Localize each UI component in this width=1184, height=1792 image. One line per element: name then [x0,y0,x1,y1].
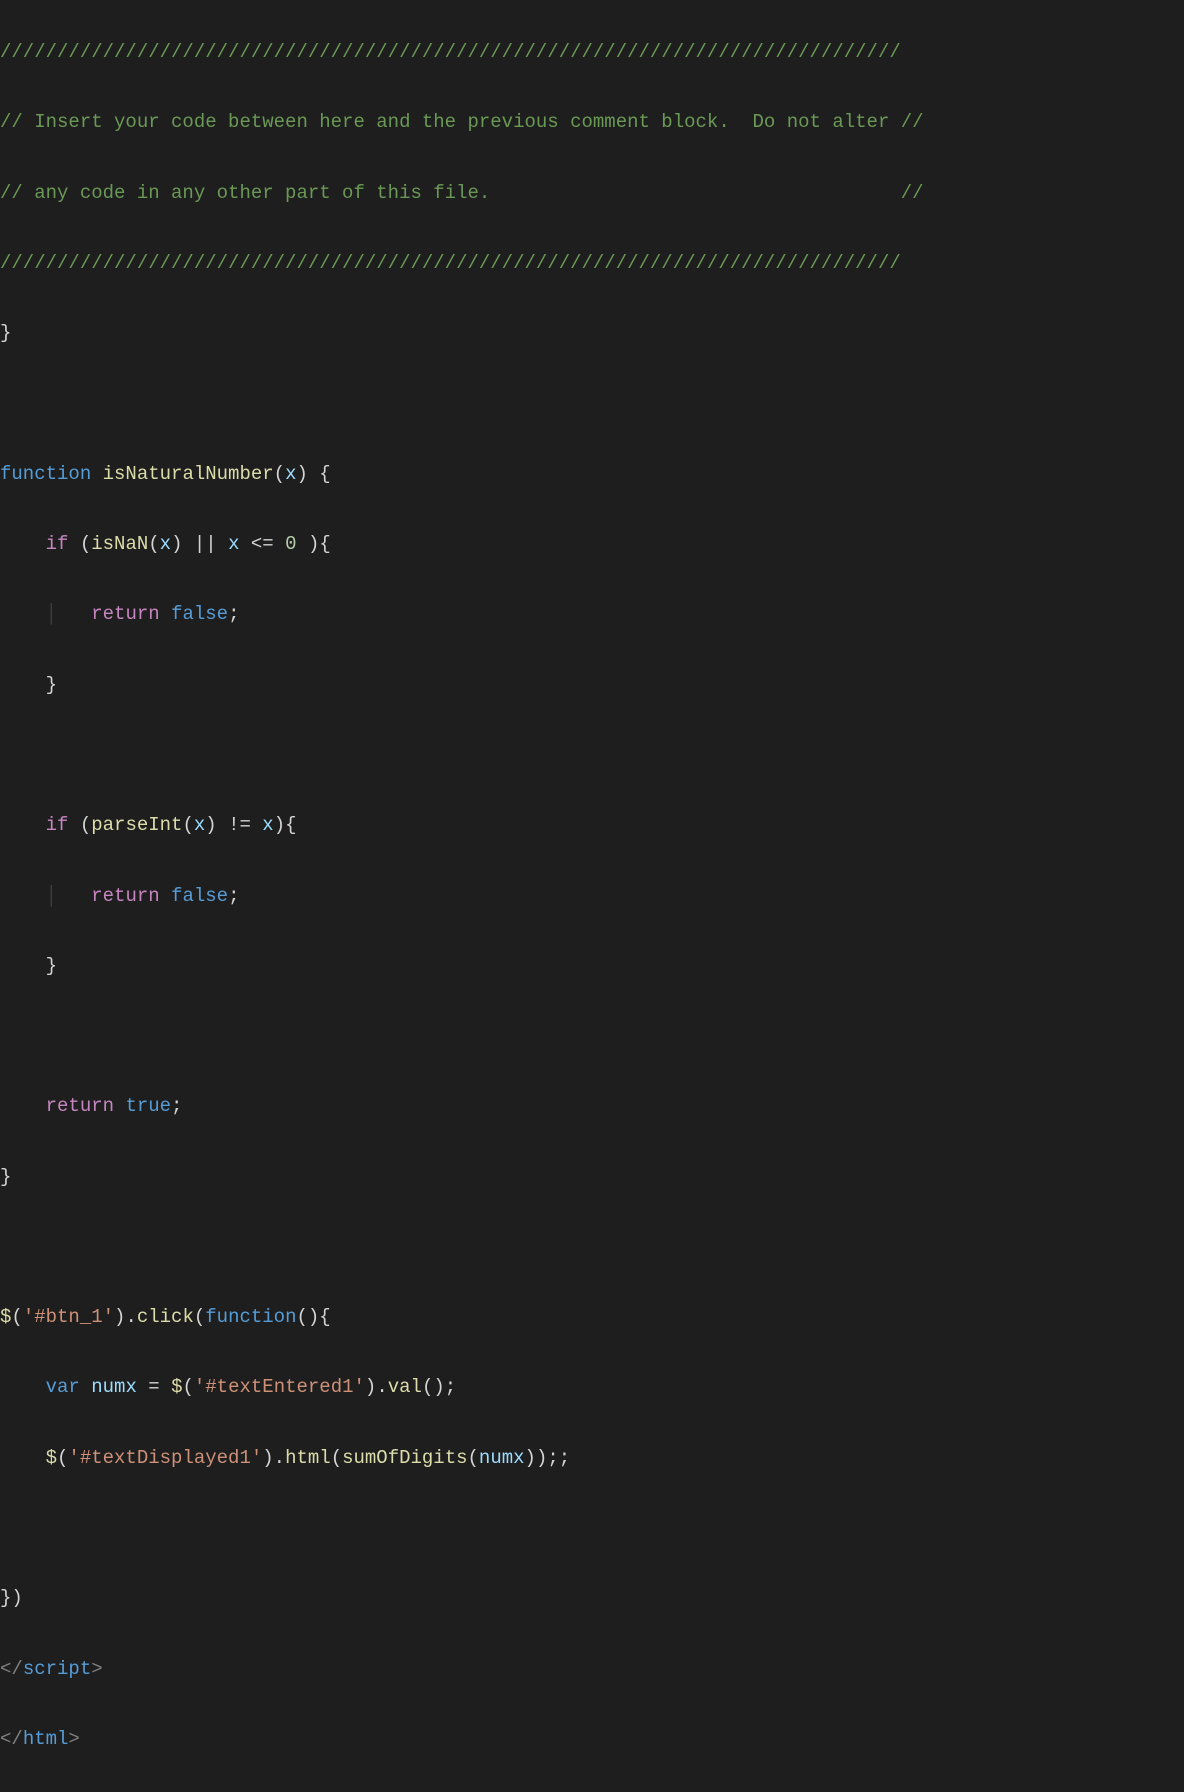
dot: . [274,1447,285,1469]
paren-open: ( [331,1447,342,1469]
paren-open: ( [11,1306,22,1328]
call-click: click [137,1306,194,1328]
bool-false: false [171,885,228,907]
var-x: x [194,814,205,836]
paren-open: ( [57,1447,68,1469]
semicolon: ; [171,1095,182,1117]
string-textentered1: '#textEntered1' [194,1376,365,1398]
call-parseint: parseInt [91,814,182,836]
keyword-function: function [205,1306,296,1328]
semicolon: ; [228,885,239,907]
keyword-var: var [46,1376,80,1398]
paren-open: ( [148,533,159,555]
call-html: html [285,1447,331,1469]
paren-open: ( [422,1376,433,1398]
semicolon: ; [445,1376,456,1398]
tag-punct-open: </ [0,1728,23,1750]
paren-close: ) [308,533,319,555]
brace-open: { [319,1306,330,1328]
comment-line: ////////////////////////////////////////… [0,41,901,63]
call-sumofdigits: sumOfDigits [342,1447,467,1469]
paren-open: ( [468,1447,479,1469]
paren-close: ) [205,814,216,836]
brace-close: } [46,955,57,977]
bool-false: false [171,603,228,625]
var-x: x [262,814,273,836]
keyword-return: return [91,603,159,625]
call-val: val [388,1376,422,1398]
comment-line: // any code in any other part of this fi… [0,182,924,204]
paren-close: ) [365,1376,376,1398]
brace-close: } [0,322,11,344]
dot: . [125,1306,136,1328]
paren-open: ( [182,1376,193,1398]
paren-open: ( [182,814,193,836]
dot: . [376,1376,387,1398]
op-or: || [194,533,217,555]
paren-close: ) [296,463,307,485]
paren-close: ) [262,1447,273,1469]
brace-close: } [46,674,57,696]
brace-open: { [319,533,330,555]
call-jquery: $ [171,1376,182,1398]
semicolon: ; [228,603,239,625]
bool-true: true [125,1095,171,1117]
keyword-if: if [46,814,69,836]
string-textdisplayed1: '#textDisplayed1' [68,1447,262,1469]
keyword-return: return [91,885,159,907]
tag-punct-close: > [68,1728,79,1750]
comment-line: // Insert your code between here and the… [0,111,924,133]
comment-line: ////////////////////////////////////////… [0,252,901,274]
var-numx: numx [479,1447,525,1469]
op-eq: = [148,1376,159,1398]
paren-open: ( [274,463,285,485]
keyword-return: return [46,1095,114,1117]
paren-close: ) [114,1306,125,1328]
function-name: isNaturalNumber [103,463,274,485]
tag-punct-close: > [91,1658,102,1680]
paren-open: ( [80,814,91,836]
paren-close: ) [308,1306,319,1328]
code-editor[interactable]: ////////////////////////////////////////… [0,0,1184,1792]
semicolon: ; [559,1447,570,1469]
num-zero: 0 [285,533,296,555]
op-le: <= [251,533,274,555]
tag-script: script [23,1658,91,1680]
brace-open: { [319,463,330,485]
paren-close: ) [171,533,182,555]
paren-close: ) [525,1447,536,1469]
tag-punct-open: </ [0,1658,23,1680]
var-numx: numx [91,1376,137,1398]
paren-open: ( [80,533,91,555]
semicolon: ; [547,1447,558,1469]
paren-open: ( [194,1306,205,1328]
op-ne: != [228,814,251,836]
brace-open: { [285,814,296,836]
string-btn1: '#btn_1' [23,1306,114,1328]
var-x: x [160,533,171,555]
keyword-function: function [0,463,91,485]
call-jquery: $ [0,1306,11,1328]
paren-close: ) [536,1447,547,1469]
tag-html: html [23,1728,69,1750]
var-x: x [228,533,239,555]
paren-close: ) [433,1376,444,1398]
keyword-if: if [46,533,69,555]
brace-paren-close: }) [0,1587,23,1609]
paren-open: ( [296,1306,307,1328]
call-jquery: $ [46,1447,57,1469]
brace-close: } [0,1166,11,1188]
paren-close: ) [274,814,285,836]
call-isnan: isNaN [91,533,148,555]
param-x: x [285,463,296,485]
